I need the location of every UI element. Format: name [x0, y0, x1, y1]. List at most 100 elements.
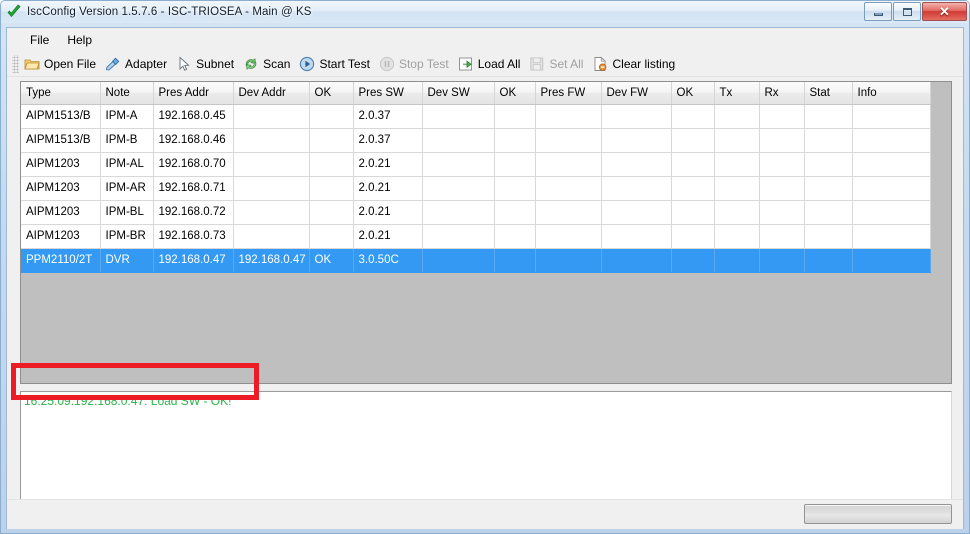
table-cell	[852, 224, 931, 249]
table-cell	[494, 248, 536, 273]
grid-column-header[interactable]: Pres FW	[535, 82, 602, 105]
table-cell	[714, 128, 760, 153]
stop-test-button[interactable]: Stop Test	[376, 54, 455, 74]
table-cell	[671, 176, 715, 201]
table-cell: 2.0.21	[353, 200, 423, 225]
grid-column-header[interactable]: Pres Addr	[153, 82, 234, 105]
table-cell	[804, 152, 853, 177]
scan-button[interactable]: Scan	[240, 54, 296, 74]
grid-column-header[interactable]: Info	[852, 82, 931, 105]
table-cell	[422, 128, 495, 153]
table-cell	[535, 224, 602, 249]
table-cell	[759, 176, 805, 201]
set-all-button[interactable]: Set All	[526, 54, 589, 74]
table-cell	[535, 200, 602, 225]
table-cell	[601, 224, 672, 249]
maximize-button[interactable]	[893, 2, 921, 21]
table-cell	[422, 224, 495, 249]
table-cell: AIPM1513/B	[21, 104, 101, 129]
device-grid: Type Note Pres Addr Dev Addr OK Pres SW Dev SW…	[21, 82, 931, 273]
table-cell: AIPM1203	[21, 176, 101, 201]
refresh-icon	[243, 56, 259, 72]
status-bar	[7, 499, 963, 529]
table-cell	[714, 200, 760, 225]
close-button[interactable]: ✕	[922, 2, 967, 21]
table-cell	[309, 200, 354, 225]
table-cell	[494, 152, 536, 177]
table-cell	[759, 248, 805, 273]
table-cell: 192.168.0.73	[153, 224, 234, 249]
toolbar-grip[interactable]	[12, 54, 19, 73]
table-cell	[759, 152, 805, 177]
green-check-icon	[6, 4, 22, 20]
table-cell	[309, 128, 354, 153]
grid-column-header[interactable]: Dev Addr	[233, 82, 310, 105]
plug-icon	[105, 56, 121, 72]
menu-item-file[interactable]: File	[21, 31, 58, 49]
grid-column-header[interactable]: Tx	[714, 82, 760, 105]
grid-column-header[interactable]: Rx	[759, 82, 805, 105]
open-file-button[interactable]: Open File	[21, 54, 102, 74]
grid-column-header[interactable]: Type	[21, 82, 101, 105]
table-cell	[422, 248, 495, 273]
table-cell: PPM2110/2T	[21, 248, 101, 273]
table-cell: 192.168.0.45	[153, 104, 234, 129]
title-bar[interactable]: IscConfig Version 1.5.7.6 - ISC-TRIOSEA …	[1, 1, 969, 23]
table-cell	[422, 152, 495, 177]
table-cell	[759, 104, 805, 129]
table-row[interactable]: AIPM1203 IPM-AR 192.168.0.71 2.0.21	[21, 176, 931, 201]
table-cell: AIPM1203	[21, 224, 101, 249]
table-row[interactable]: AIPM1203 IPM-BR 192.168.0.73 2.0.21	[21, 224, 931, 249]
pause-icon	[379, 56, 395, 72]
table-row[interactable]: AIPM1203 IPM-BL 192.168.0.72 2.0.21	[21, 200, 931, 225]
table-cell	[535, 104, 602, 129]
table-cell: 2.0.37	[353, 128, 423, 153]
grid-column-header[interactable]: Stat	[804, 82, 853, 105]
menu-item-help[interactable]: Help	[58, 31, 101, 49]
table-row[interactable]: AIPM1203 IPM-AL 192.168.0.70 2.0.21	[21, 152, 931, 177]
table-cell	[601, 104, 672, 129]
table-cell	[535, 248, 602, 273]
device-grid-panel[interactable]: Type Note Pres Addr Dev Addr OK Pres SW Dev SW…	[20, 81, 952, 384]
table-cell: IPM-BR	[100, 224, 154, 249]
grid-column-header[interactable]: OK	[494, 82, 536, 105]
load-all-button[interactable]: Load All	[455, 54, 527, 74]
table-cell	[233, 152, 310, 177]
table-cell: OK	[309, 248, 354, 273]
table-cell	[714, 248, 760, 273]
cursor-arrow-icon	[176, 55, 192, 72]
menu-bar: File Help	[7, 28, 963, 51]
table-cell	[233, 104, 310, 129]
clear-listing-button[interactable]: Clear listing	[589, 54, 681, 74]
grid-column-header[interactable]: Pres SW	[353, 82, 423, 105]
grid-column-header[interactable]: OK	[309, 82, 354, 105]
table-row[interactable]: AIPM1513/B IPM-A 192.168.0.45 2.0.37	[21, 104, 931, 129]
table-cell	[494, 176, 536, 201]
minimize-icon	[873, 12, 883, 16]
table-cell	[494, 128, 536, 153]
minimize-button[interactable]	[864, 2, 892, 21]
table-cell	[804, 176, 853, 201]
grid-column-header[interactable]: Note	[100, 82, 154, 105]
table-cell	[671, 128, 715, 153]
download-icon	[458, 56, 474, 72]
table-cell	[714, 224, 760, 249]
grid-column-header[interactable]: Dev SW	[422, 82, 495, 105]
table-cell: 3.0.50C	[353, 248, 423, 273]
adapter-button[interactable]: Adapter	[102, 54, 173, 74]
subnet-button[interactable]: Subnet	[173, 54, 240, 74]
table-row[interactable]: PPM2110/2T DVR 192.168.0.47 192.168.0.47 OK 3…	[21, 248, 931, 273]
start-test-button[interactable]: Start Test	[296, 54, 375, 74]
table-cell: 2.0.21	[353, 152, 423, 177]
grid-column-header[interactable]: OK	[671, 82, 715, 105]
clear-listing-label: Clear listing	[612, 56, 676, 71]
table-cell: 192.168.0.72	[153, 200, 234, 225]
table-cell	[422, 176, 495, 201]
grid-column-header[interactable]: Dev FW	[601, 82, 672, 105]
table-cell	[494, 104, 536, 129]
table-cell	[804, 200, 853, 225]
table-cell	[852, 248, 931, 273]
table-cell: AIPM1203	[21, 152, 101, 177]
window-title: IscConfig Version 1.5.7.6 - ISC-TRIOSEA …	[27, 6, 312, 18]
table-row[interactable]: AIPM1513/B IPM-B 192.168.0.46 2.0.37	[21, 128, 931, 153]
